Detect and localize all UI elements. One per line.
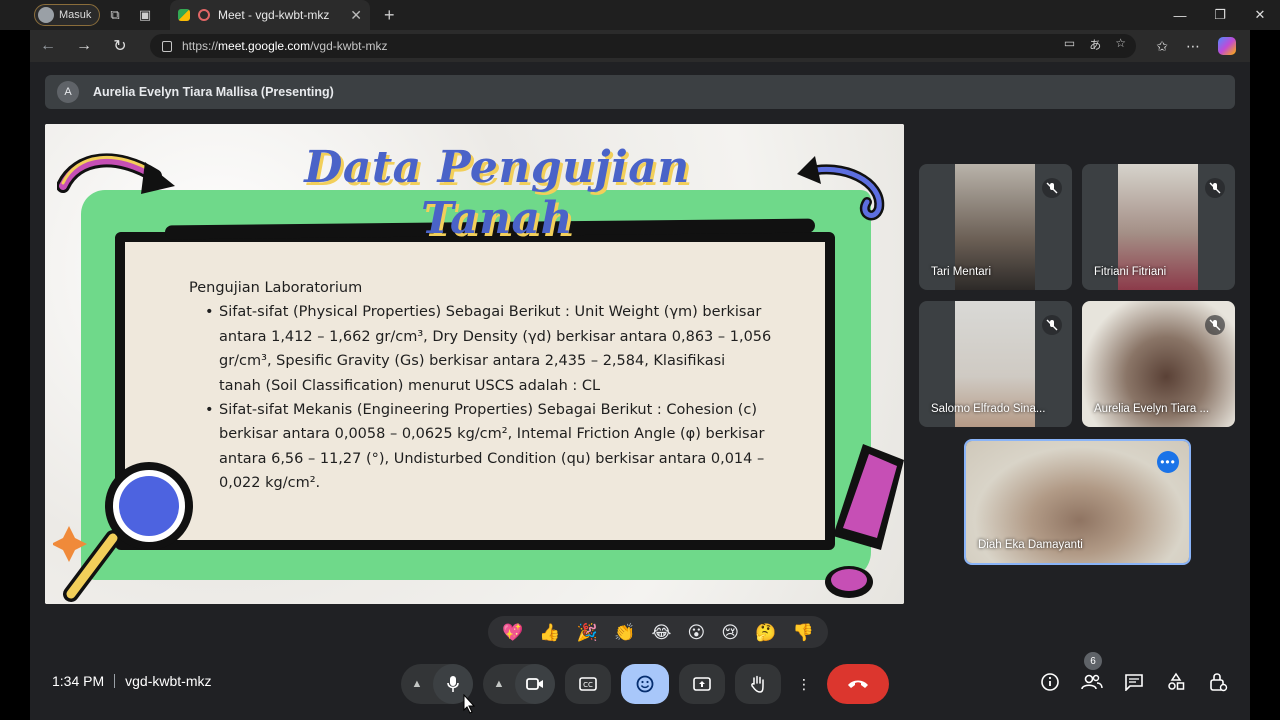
present-screen-button[interactable] [679, 664, 725, 704]
slide-body: Pengujian Laboratorium Sifat-sifat (Phys… [189, 276, 829, 496]
left-arrow-doodle [57, 153, 175, 194]
url-text: https://meet.google.com/vgd-kwbt-mkz [182, 39, 388, 53]
reaction-surprised-icon[interactable]: 😮 [688, 624, 706, 641]
reaction-thumbs-down-icon[interactable]: 👎 [793, 624, 814, 641]
reaction-heart-icon[interactable]: 💖 [502, 624, 523, 641]
captions-button[interactable]: CC [565, 664, 611, 704]
url-input[interactable]: https://meet.google.com/vgd-kwbt-mkz ▭ あ… [150, 34, 1136, 58]
meeting-details-icon[interactable] [1038, 670, 1062, 694]
reload-icon[interactable]: ↻ [102, 30, 138, 62]
right-arrow-doodle [797, 156, 885, 221]
lock-icon [162, 40, 172, 52]
copilot-icon[interactable] [1218, 37, 1236, 55]
minimize-icon[interactable]: — [1160, 0, 1200, 30]
browser-tab-bar: Masuk ⧉ ▣ Meet - vgd-kwbt-mkz ✕ + — ❐ ✕ [0, 0, 1280, 30]
magnifier-doodle [53, 462, 193, 602]
slide-bullet: Sifat-sifat Mekanis (Engineering Propert… [205, 398, 829, 496]
emoji-reactions-button[interactable] [621, 664, 669, 704]
meeting-code: vgd-kwbt-mkz [125, 673, 212, 689]
meet-favicon-icon [178, 9, 190, 21]
camera-control-group: ▲ [483, 664, 555, 704]
camera-permission-icon[interactable]: ▭ [1064, 36, 1075, 53]
workspaces-icon[interactable]: ⧉ [100, 0, 130, 30]
slide-line: Sifat-sifat Mekanis (Engineering Propert… [219, 402, 758, 419]
profile-label: Masuk [59, 9, 92, 21]
meeting-info: 1:34 PM vgd-kwbt-mkz [52, 673, 212, 689]
reaction-thinking-icon[interactable]: 🤔 [755, 624, 776, 641]
mouse-cursor-icon [463, 694, 476, 714]
favorites-icon[interactable]: ✩ [1156, 38, 1168, 55]
reaction-thumbs-up-icon[interactable]: 👍 [539, 624, 560, 641]
svg-text:CC: CC [583, 681, 593, 689]
participant-tile[interactable]: Tari Mentari [919, 164, 1072, 290]
presenting-banner: A Aurelia Evelyn Tiara Mallisa (Presenti… [45, 75, 1235, 109]
reaction-party-icon[interactable]: 🎉 [577, 624, 598, 641]
mic-off-icon [1205, 178, 1225, 198]
reaction-laugh-icon[interactable]: 😂 [651, 624, 671, 641]
participant-tile[interactable]: Fitriani Fitriani [1082, 164, 1235, 290]
host-controls-icon[interactable] [1206, 670, 1230, 694]
close-window-icon[interactable]: ✕ [1240, 0, 1280, 30]
more-menu-icon[interactable]: ⋯ [1186, 38, 1200, 55]
presenting-label: Aurelia Evelyn Tiara Mallisa (Presenting… [93, 85, 334, 99]
translate-icon[interactable]: あ [1089, 36, 1101, 53]
slide-line: antara 6,56 – 11,27 (°), Undisturbed Con… [219, 450, 765, 467]
participant-name: Diah Eka Damayanti [978, 539, 1083, 551]
participant-tile[interactable]: Aurelia Evelyn Tiara ... [1082, 301, 1235, 427]
new-tab-button[interactable]: + [384, 5, 395, 26]
camera-options-icon[interactable]: ▲ [483, 678, 515, 690]
slide-bullet: Sifat-sifat (Physical Properties) Sebaga… [205, 300, 829, 398]
back-icon[interactable]: ← [30, 30, 66, 62]
mic-off-icon [1042, 315, 1062, 335]
favorite-star-icon[interactable]: ☆ [1115, 36, 1126, 53]
participant-tile-active[interactable]: ••• Diah Eka Damayanti [964, 439, 1191, 565]
slide-bullet-list: Sifat-sifat (Physical Properties) Sebaga… [205, 300, 829, 495]
avatar [38, 7, 54, 23]
slide-title: Data Pengujian Tanah [304, 142, 690, 244]
maximize-icon[interactable]: ❐ [1200, 0, 1240, 30]
slide-line: gr/cm³, Spesific Gravity (Gs) berkisar a… [219, 353, 726, 370]
recording-icon [198, 9, 210, 21]
participant-name: Salomo Elfrado Sina... [931, 403, 1046, 415]
presenter-avatar: A [57, 81, 79, 103]
participant-name: Fitriani Fitriani [1094, 266, 1167, 278]
more-options-icon[interactable]: ••• [1157, 451, 1179, 473]
close-tab-icon[interactable]: ✕ [350, 7, 362, 24]
tab-meet[interactable]: Meet - vgd-kwbt-mkz ✕ [170, 0, 370, 30]
address-bar: ← → ↻ https://meet.google.com/vgd-kwbt-m… [30, 30, 1250, 62]
slide-line: tanah (Soil Classification) menurut USCS… [219, 377, 601, 394]
shared-screen-slide: Data Pengujian Tanah Pengujian Laborator… [45, 124, 904, 604]
mic-off-icon [1205, 315, 1225, 335]
participant-count-badge: 6 [1084, 652, 1102, 670]
reaction-sad-icon[interactable]: 😢 [721, 624, 739, 641]
meet-window: A Aurelia Evelyn Tiara Mallisa (Presenti… [30, 62, 1250, 720]
slide-line: 0,022 kg/cm². [219, 475, 321, 492]
slide-line: antara 1,412 – 1,662 gr/cm³, Dry Density… [219, 328, 772, 345]
participant-tile[interactable]: Salomo Elfrado Sina... [919, 301, 1072, 427]
divider [114, 674, 116, 688]
raise-hand-button[interactable] [735, 664, 781, 704]
more-options-vertical-icon[interactable]: ⋮ [791, 664, 817, 704]
participant-name: Aurelia Evelyn Tiara ... [1094, 403, 1210, 415]
slide-line: Sifat-sifat (Physical Properties) Sebaga… [219, 304, 762, 321]
clock-time: 1:34 PM [52, 673, 105, 689]
mic-options-icon[interactable]: ▲ [401, 678, 433, 690]
mic-off-icon [1042, 178, 1062, 198]
slide-heading: Pengujian Laboratorium [189, 280, 363, 296]
activities-icon[interactable] [1164, 670, 1188, 694]
window-controls: — ❐ ✕ [1160, 0, 1280, 30]
profile-button[interactable]: Masuk [34, 4, 100, 26]
reaction-clap-icon[interactable]: 👏 [614, 624, 635, 641]
slide-line: berkisar antara 0,0058 – 0,0625 kg/cm², … [219, 426, 765, 443]
tab-title: Meet - vgd-kwbt-mkz [218, 8, 330, 22]
leave-call-button[interactable] [827, 664, 889, 704]
people-icon[interactable]: 6 [1080, 652, 1104, 694]
reactions-bar: 💖 👍 🎉 👏 😂 😮 😢 🤔 👎 [488, 616, 828, 648]
forward-icon[interactable]: → [66, 30, 102, 62]
tab-actions-icon[interactable]: ▣ [130, 0, 160, 30]
camera-button[interactable] [515, 664, 555, 704]
side-panel-controls: 6 [1038, 652, 1230, 694]
chat-icon[interactable] [1122, 670, 1146, 694]
participant-name: Tari Mentari [931, 266, 992, 278]
